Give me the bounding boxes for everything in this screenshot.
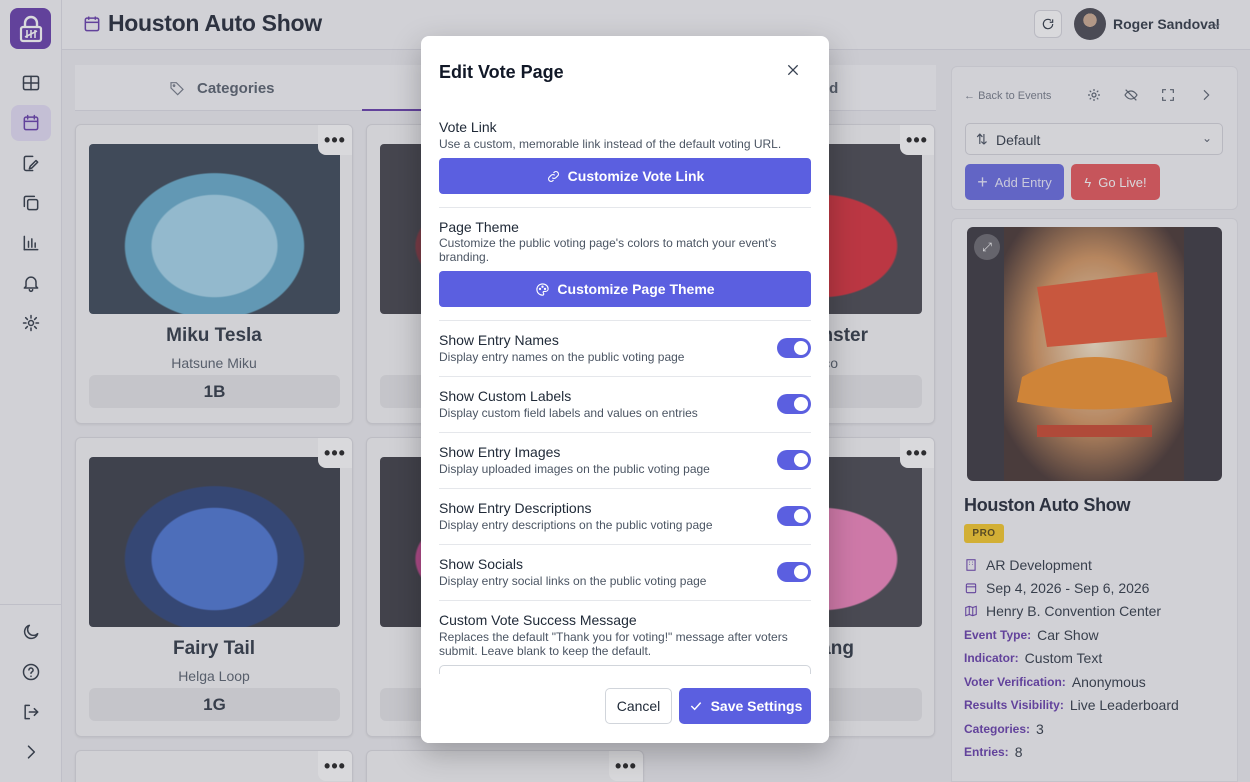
divider: [439, 320, 811, 321]
toggle-title: Show Entry Descriptions: [439, 500, 592, 516]
toggle-description: Display custom field labels and values o…: [439, 406, 698, 420]
divider: [439, 600, 811, 601]
show-socials-toggle[interactable]: [777, 562, 811, 582]
divider: [439, 432, 811, 433]
check-icon: [690, 702, 701, 711]
toggle-title: Show Entry Names: [439, 332, 559, 348]
divider: [439, 488, 811, 489]
modal-title: Edit Vote Page: [439, 62, 564, 82]
palette-icon: [536, 282, 550, 296]
divider: [439, 544, 811, 545]
toggle-title: Show Entry Images: [439, 444, 561, 460]
toggle-description: Display entry descriptions on the public…: [439, 518, 713, 532]
cancel-button[interactable]: Cancel: [605, 688, 672, 724]
toggle-description: Display entry names on the public voting…: [439, 350, 685, 364]
save-settings-button[interactable]: Save Settings: [679, 688, 811, 724]
toggle-description: Display uploaded images on the public vo…: [439, 462, 710, 476]
show-entry-images-toggle[interactable]: [777, 450, 811, 470]
page-theme-description: Customize the public voting page's color…: [439, 236, 777, 264]
toggle-description: Display entry social links on the public…: [439, 574, 707, 588]
divider: [439, 207, 811, 208]
vote-link-title: Vote Link: [439, 119, 497, 135]
close-icon[interactable]: [785, 62, 803, 80]
success-message-input[interactable]: [439, 665, 811, 674]
modal-footer: Cancel Save Settings: [421, 674, 829, 743]
link-icon: [547, 170, 559, 182]
page-theme-title: Page Theme: [439, 219, 519, 235]
toggle-title: Show Custom Labels: [439, 388, 572, 404]
modal-body[interactable]: Vote Link Use a custom, memorable link i…: [421, 114, 829, 674]
success-message-title: Custom Vote Success Message: [439, 612, 637, 628]
show-entry-descriptions-toggle[interactable]: [777, 506, 811, 526]
show-custom-labels-toggle[interactable]: [777, 394, 811, 414]
show-entry-names-toggle[interactable]: [777, 338, 811, 358]
divider: [439, 376, 811, 377]
customize-vote-link-button[interactable]: Customize Vote Link: [439, 158, 811, 194]
customize-page-theme-button[interactable]: Customize Page Theme: [439, 271, 811, 307]
vote-link-description: Use a custom, memorable link instead of …: [439, 137, 782, 151]
success-message-description: Replaces the default "Thank you for voti…: [439, 630, 788, 658]
edit-vote-page-modal: Edit Vote Page Vote Link Use a custom, m…: [421, 36, 829, 743]
toggle-title: Show Socials: [439, 556, 524, 572]
